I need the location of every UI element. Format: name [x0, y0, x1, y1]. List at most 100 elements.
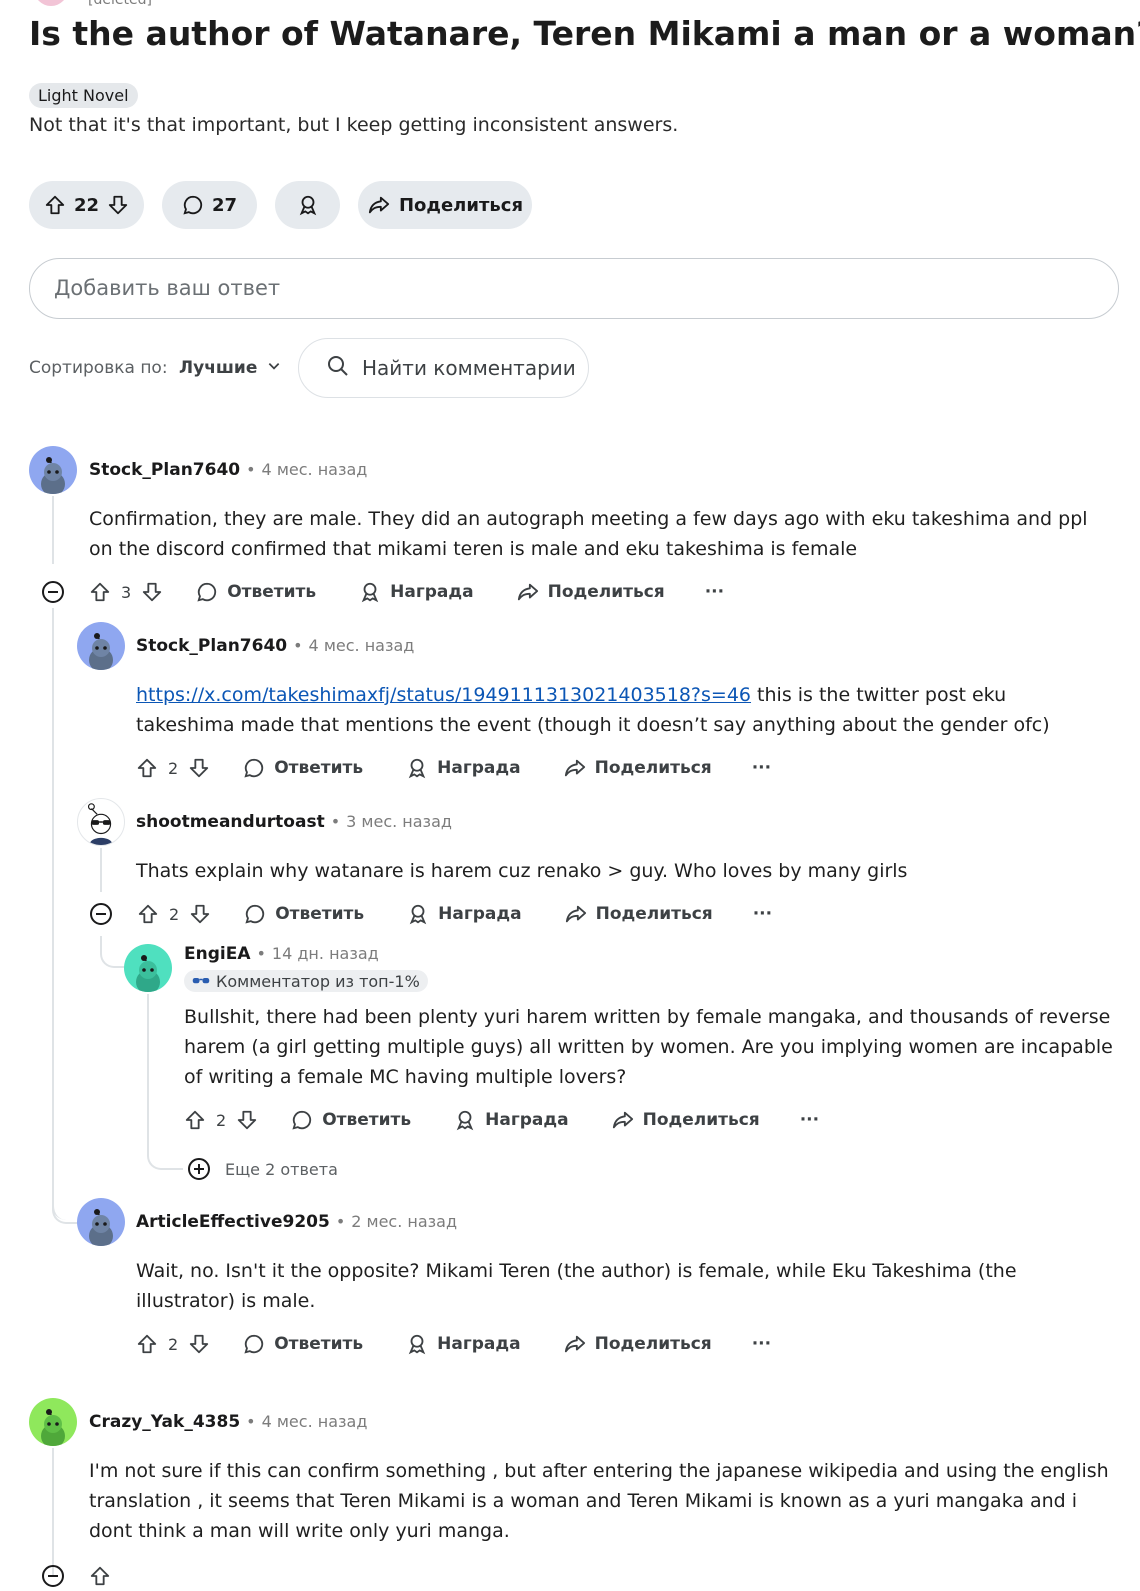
thread-line[interactable] — [52, 608, 54, 1168]
separator: • — [246, 1412, 256, 1431]
comment-author[interactable]: shootmeandurtoast — [136, 812, 325, 832]
avatar[interactable] — [77, 622, 125, 670]
comment-time[interactable]: 4 мес. назад — [262, 460, 368, 479]
upvote-icon[interactable] — [44, 194, 66, 216]
comment-count: 27 — [211, 194, 238, 216]
share-button[interactable]: Поделиться — [611, 1109, 760, 1131]
more-options-button[interactable]: ··· — [753, 904, 772, 924]
award-button[interactable]: Награда — [406, 903, 522, 925]
comment-text: Confirmation, they are male. They did an… — [89, 508, 1088, 560]
search-icon — [326, 354, 350, 383]
comment-header: Stock_Plan7640 • 4 мес. назад — [136, 636, 414, 656]
avatar[interactable] — [77, 798, 125, 846]
sort-value: Лучшие — [179, 358, 258, 378]
flair-badge[interactable]: Light Novel — [29, 83, 138, 108]
comment-time[interactable]: 4 мес. назад — [309, 636, 415, 655]
more-options-button[interactable]: ··· — [752, 1334, 771, 1354]
downvote-icon[interactable] — [107, 194, 129, 216]
downvote-icon[interactable] — [236, 1109, 258, 1131]
award-button[interactable]: Награда — [453, 1109, 569, 1131]
upvote-icon[interactable] — [137, 903, 159, 925]
answer-input[interactable]: Добавить ваш ответ — [29, 258, 1119, 319]
more-replies-label: Еще 2 ответа — [225, 1159, 338, 1179]
upvote-icon[interactable] — [136, 1333, 158, 1355]
collapse-icon[interactable] — [41, 580, 65, 604]
comment-time[interactable]: 14 дн. назад — [272, 944, 379, 963]
upvote-icon[interactable] — [89, 1565, 111, 1587]
comment-search-input[interactable]: Найти комментарии — [298, 338, 589, 398]
separator: • — [246, 460, 256, 479]
more-options-button[interactable]: ··· — [705, 582, 724, 602]
vote-count: 2 — [168, 1334, 179, 1354]
post-body: Not that it's that important, but I keep… — [29, 114, 679, 136]
comment-icon — [182, 194, 204, 216]
comments-button[interactable]: 27 — [162, 181, 257, 229]
collapse-icon[interactable] — [41, 1564, 65, 1588]
comment-time[interactable]: 3 мес. назад — [346, 812, 452, 831]
share-button[interactable]: Поделиться — [563, 1333, 712, 1355]
thread-connector — [147, 1144, 183, 1170]
comment-time[interactable]: 4 мес. назад — [262, 1412, 368, 1431]
award-button[interactable]: Награда — [405, 757, 521, 779]
comment-author[interactable]: Stock_Plan7640 — [136, 636, 287, 656]
reply-button[interactable]: Ответить — [243, 903, 364, 925]
more-options-button[interactable]: ··· — [752, 758, 771, 778]
comment-actions: 2 Ответить Награда Поделиться ··· — [136, 1329, 771, 1359]
comment-link[interactable]: https://x.com/takeshimaxfj/status/194911… — [136, 684, 751, 706]
thread-line[interactable] — [100, 848, 102, 892]
sunglasses-icon — [192, 974, 210, 988]
comment-time[interactable]: 2 мес. назад — [351, 1212, 457, 1231]
reply-button[interactable]: Ответить — [242, 757, 363, 779]
more-replies-button[interactable]: Еще 2 ответа — [187, 1157, 338, 1181]
comment-actions: 2 Ответить Награда Поделиться ··· — [184, 1105, 819, 1135]
share-button[interactable]: Поделиться — [563, 757, 712, 779]
comment-text: Wait, no. Isn't it the opposite? Mikami … — [136, 1260, 1017, 1312]
award-icon — [297, 194, 319, 216]
avatar[interactable] — [34, 0, 68, 6]
thread-line[interactable] — [52, 1448, 54, 1576]
vote-count: 2 — [169, 904, 180, 924]
separator: • — [335, 1212, 346, 1231]
thread-line[interactable] — [147, 994, 149, 1144]
thread-connector — [52, 1196, 78, 1224]
avatar[interactable] — [29, 446, 77, 494]
downvote-icon[interactable] — [189, 903, 211, 925]
sort-dropdown[interactable]: Лучшие — [179, 358, 281, 378]
avatar[interactable] — [77, 1198, 125, 1246]
avatar[interactable] — [124, 944, 172, 992]
upvote-icon[interactable] — [89, 581, 111, 603]
comment-author[interactable]: EngiEA — [184, 944, 250, 964]
award-button[interactable]: Награда — [358, 581, 474, 603]
reply-button[interactable]: Ответить — [290, 1109, 411, 1131]
separator: • — [330, 812, 341, 831]
upvote-icon[interactable] — [136, 757, 158, 779]
comment-header: Stock_Plan7640 • 4 мес. назад — [89, 460, 367, 480]
thread-line[interactable] — [52, 496, 54, 564]
award-button[interactable]: Награда — [405, 1333, 521, 1355]
comment-author[interactable]: ArticleEffective9205 — [136, 1212, 330, 1232]
award-button[interactable] — [275, 181, 340, 229]
share-button[interactable]: Поделиться — [358, 181, 532, 229]
reply-button[interactable]: Ответить — [195, 581, 316, 603]
avatar[interactable] — [29, 1398, 77, 1446]
top-commenter-badge[interactable]: Комментатор из топ-1% — [184, 970, 428, 992]
comment-actions: 2 Ответить Награда Поделиться ··· — [89, 899, 772, 929]
comment-author[interactable]: Crazy_Yak_4385 — [89, 1412, 240, 1432]
share-button[interactable]: Поделиться — [516, 581, 665, 603]
post-title: Is the author of Watanare, Teren Mikami … — [29, 14, 1140, 53]
comment-actions — [41, 1561, 111, 1591]
chevron-down-icon — [267, 358, 281, 378]
comment-author[interactable]: Stock_Plan7640 — [89, 460, 240, 480]
more-options-button[interactable]: ··· — [800, 1110, 819, 1130]
upvote-icon[interactable] — [184, 1109, 206, 1131]
downvote-icon[interactable] — [141, 581, 163, 603]
share-button[interactable]: Поделиться — [564, 903, 713, 925]
reply-button[interactable]: Ответить — [242, 1333, 363, 1355]
post-author[interactable]: [deleted] — [88, 0, 152, 8]
collapse-icon[interactable] — [89, 902, 113, 926]
thread-connector — [100, 936, 126, 968]
comment-text: Thats explain why watanare is harem cuz … — [136, 860, 908, 882]
downvote-icon[interactable] — [188, 757, 210, 779]
downvote-icon[interactable] — [188, 1333, 210, 1355]
comment-actions: 2 Ответить Награда Поделиться ··· — [136, 753, 771, 783]
